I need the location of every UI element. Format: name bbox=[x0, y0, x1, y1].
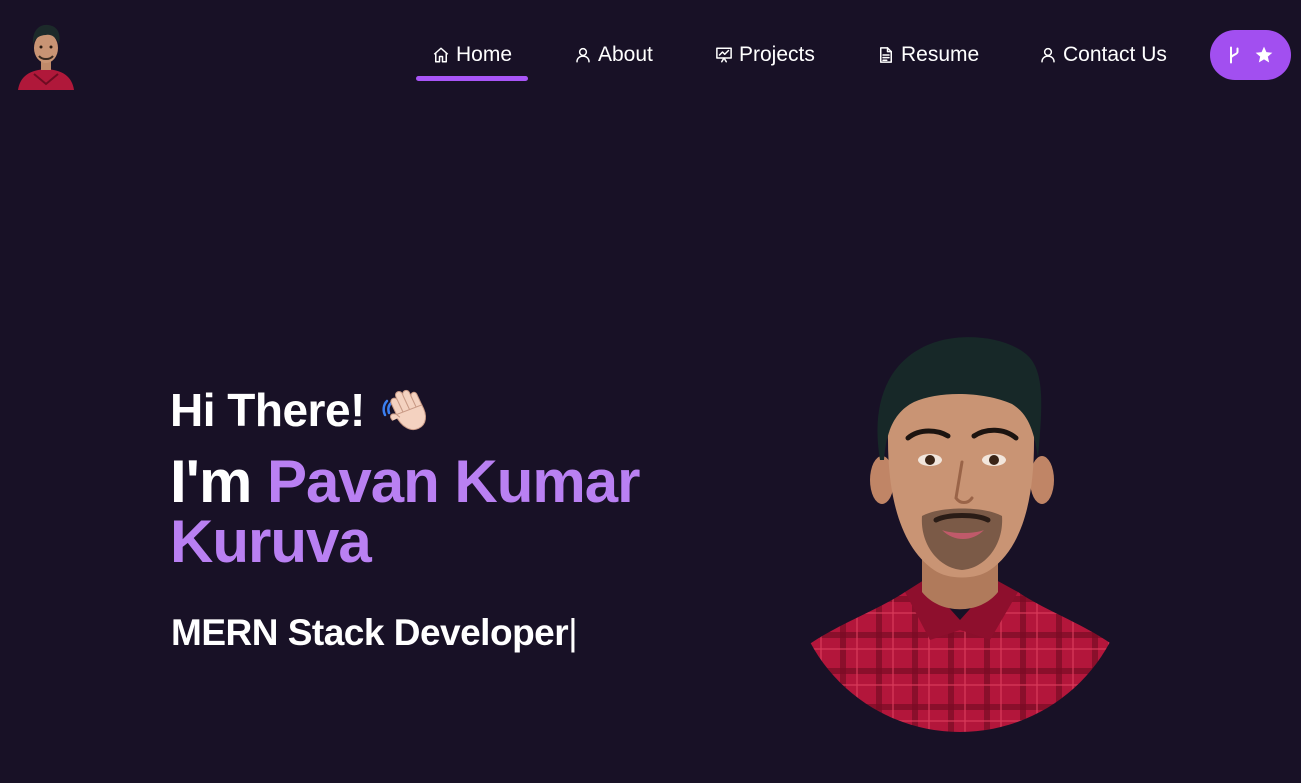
git-fork-icon bbox=[1229, 46, 1238, 64]
home-icon bbox=[433, 47, 449, 63]
intro-heading: I'm Pavan Kumar Kuruva bbox=[170, 452, 690, 572]
intro-prefix: I'm bbox=[170, 448, 267, 515]
greeting-text: Hi There! bbox=[170, 384, 365, 436]
user-icon bbox=[576, 47, 590, 63]
greeting-heading: Hi There! bbox=[170, 383, 433, 437]
navbar: Home About Projects Resume Contact Us bbox=[0, 0, 1301, 100]
presentation-icon bbox=[716, 47, 732, 63]
waving-hand-icon bbox=[382, 389, 426, 431]
nav-item-contact[interactable]: Contact Us bbox=[1039, 38, 1167, 72]
nav-item-about[interactable]: About bbox=[574, 38, 653, 72]
logo-avatar[interactable] bbox=[14, 18, 78, 90]
profile-portrait-image bbox=[790, 337, 1130, 732]
user-icon bbox=[1041, 47, 1055, 63]
role-text: MERN Stack Developer bbox=[171, 612, 569, 653]
nav-item-resume[interactable]: Resume bbox=[877, 38, 979, 72]
nav-item-label: Home bbox=[456, 43, 513, 66]
document-icon bbox=[880, 47, 892, 63]
active-nav-underline bbox=[416, 76, 528, 81]
github-fork-star-button[interactable] bbox=[1210, 30, 1291, 80]
nav-item-label: Resume bbox=[901, 43, 980, 66]
nav-item-label: About bbox=[598, 43, 653, 66]
nav-item-projects[interactable]: Projects bbox=[715, 38, 815, 72]
page: Home About Projects Resume Contact Us Hi… bbox=[0, 0, 1301, 783]
nav-item-label: Contact Us bbox=[1063, 43, 1167, 66]
typewriter-cursor: | bbox=[568, 612, 578, 653]
nav-item-label: Projects bbox=[739, 43, 815, 66]
typewriter-role: MERN Stack Developer| bbox=[171, 612, 578, 654]
star-icon bbox=[1255, 46, 1272, 63]
nav-item-home[interactable]: Home bbox=[432, 38, 512, 72]
